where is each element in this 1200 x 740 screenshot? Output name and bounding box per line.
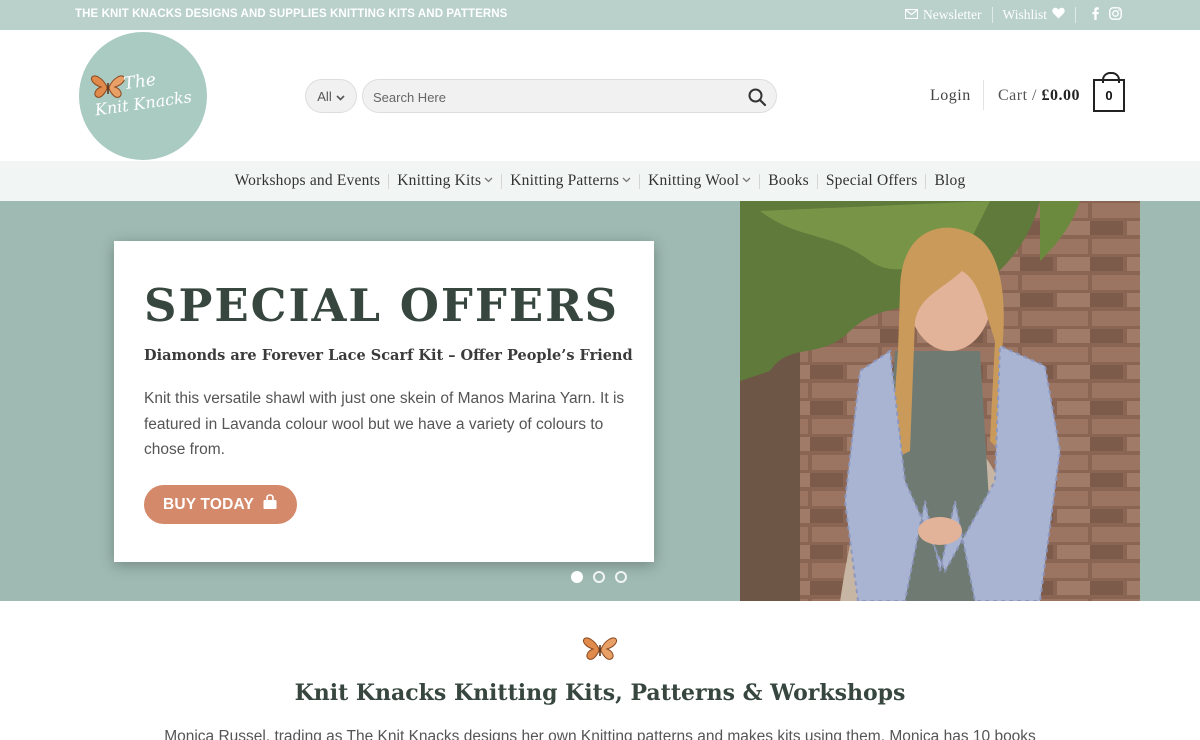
cart-total: £0.00 — [1041, 87, 1080, 104]
top-links: Newsletter Wishlist — [895, 0, 1122, 30]
nav-item-label: Knitting Patterns — [510, 172, 620, 189]
instagram-icon[interactable] — [1109, 6, 1122, 24]
cart-link[interactable]: Cart / £0.00 — [998, 87, 1080, 105]
category-value: All — [317, 88, 332, 104]
nav-item[interactable]: Books — [760, 172, 817, 190]
butterfly-icon — [582, 636, 618, 667]
cart-count: 0 — [1105, 88, 1113, 103]
cart-icon[interactable]: 0 — [1093, 72, 1125, 112]
hero-photo — [740, 201, 1140, 601]
intro-title: Knit Knacks Knitting Kits, Patterns & Wo… — [294, 680, 906, 706]
shopping-bag-icon — [262, 494, 278, 515]
chevron-down-icon — [742, 175, 751, 186]
tagline: THE KNIT KNACKS DESIGNS AND SUPPLIES KNI… — [75, 8, 508, 20]
buy-today-label: BUY TODAY — [162, 495, 255, 513]
category-select[interactable]: All — [305, 79, 357, 113]
nav-item[interactable]: Knitting Patterns — [502, 172, 639, 190]
slider-dot[interactable] — [615, 571, 627, 583]
nav-item[interactable]: Knitting Wool — [640, 172, 759, 190]
nav-item[interactable]: Blog — [926, 172, 973, 190]
nav-item-label: Blog — [934, 172, 966, 189]
search-box — [362, 79, 777, 113]
chevron-down-icon — [622, 175, 631, 186]
site-logo[interactable]: The Knit Knacks — [79, 32, 207, 160]
nav-item[interactable]: Special Offers — [818, 172, 926, 190]
nav-item[interactable]: Knitting Kits — [389, 172, 501, 190]
nav-item-label: Special Offers — [825, 172, 918, 189]
slider-dots — [571, 571, 627, 583]
slider-dot[interactable] — [593, 571, 605, 583]
chevron-down-icon — [484, 175, 493, 186]
newsletter-label: Newsletter — [923, 7, 982, 22]
wishlist-label: Wishlist — [1002, 7, 1047, 22]
divider — [983, 80, 984, 110]
top-bar: THE KNIT KNACKS DESIGNS AND SUPPLIES KNI… — [0, 0, 1200, 30]
facebook-icon[interactable] — [1092, 6, 1099, 24]
main-nav: Workshops and Events Knitting Kits Knittin… — [0, 161, 1200, 201]
hero-slider: SPECIAL OFFERS Diamonds are Forever Lace… — [0, 201, 1200, 601]
newsletter-link[interactable]: Newsletter — [895, 7, 991, 23]
logo-wordmark: The Knit Knacks — [90, 63, 205, 122]
offer-card: SPECIAL OFFERS Diamonds are Forever Lace… — [114, 241, 654, 562]
chevron-down-icon — [336, 89, 345, 104]
buy-today-button[interactable]: BUY TODAY — [144, 485, 297, 524]
cart-label: Cart / — [998, 87, 1037, 104]
wishlist-link[interactable]: Wishlist — [993, 7, 1075, 23]
hero-subtitle: Diamonds are Forever Lace Scarf Kit – Of… — [144, 347, 633, 364]
site-header: The Knit Knacks All Login Cart / £0.00 0 — [0, 30, 1200, 161]
heart-icon — [1052, 7, 1065, 23]
nav-item-label: Knitting Wool — [648, 172, 740, 189]
social-links — [1076, 6, 1122, 24]
nav-item-label: Knitting Kits — [397, 172, 482, 189]
search-input[interactable] — [373, 88, 733, 106]
nav-item-label: Books — [768, 172, 809, 189]
nav-item[interactable]: Workshops and Events — [227, 172, 389, 190]
intro-text: Monica Russel, trading as The Knit Knack… — [164, 728, 1036, 740]
search-icon[interactable] — [747, 87, 767, 107]
hero-title: SPECIAL OFFERS — [144, 279, 620, 332]
login-link[interactable]: Login — [930, 87, 971, 105]
envelope-icon — [904, 7, 919, 23]
slider-dot[interactable] — [571, 571, 583, 583]
hero-body: Knit this versatile shawl with just one … — [144, 390, 625, 458]
nav-item-label: Workshops and Events — [234, 172, 381, 189]
